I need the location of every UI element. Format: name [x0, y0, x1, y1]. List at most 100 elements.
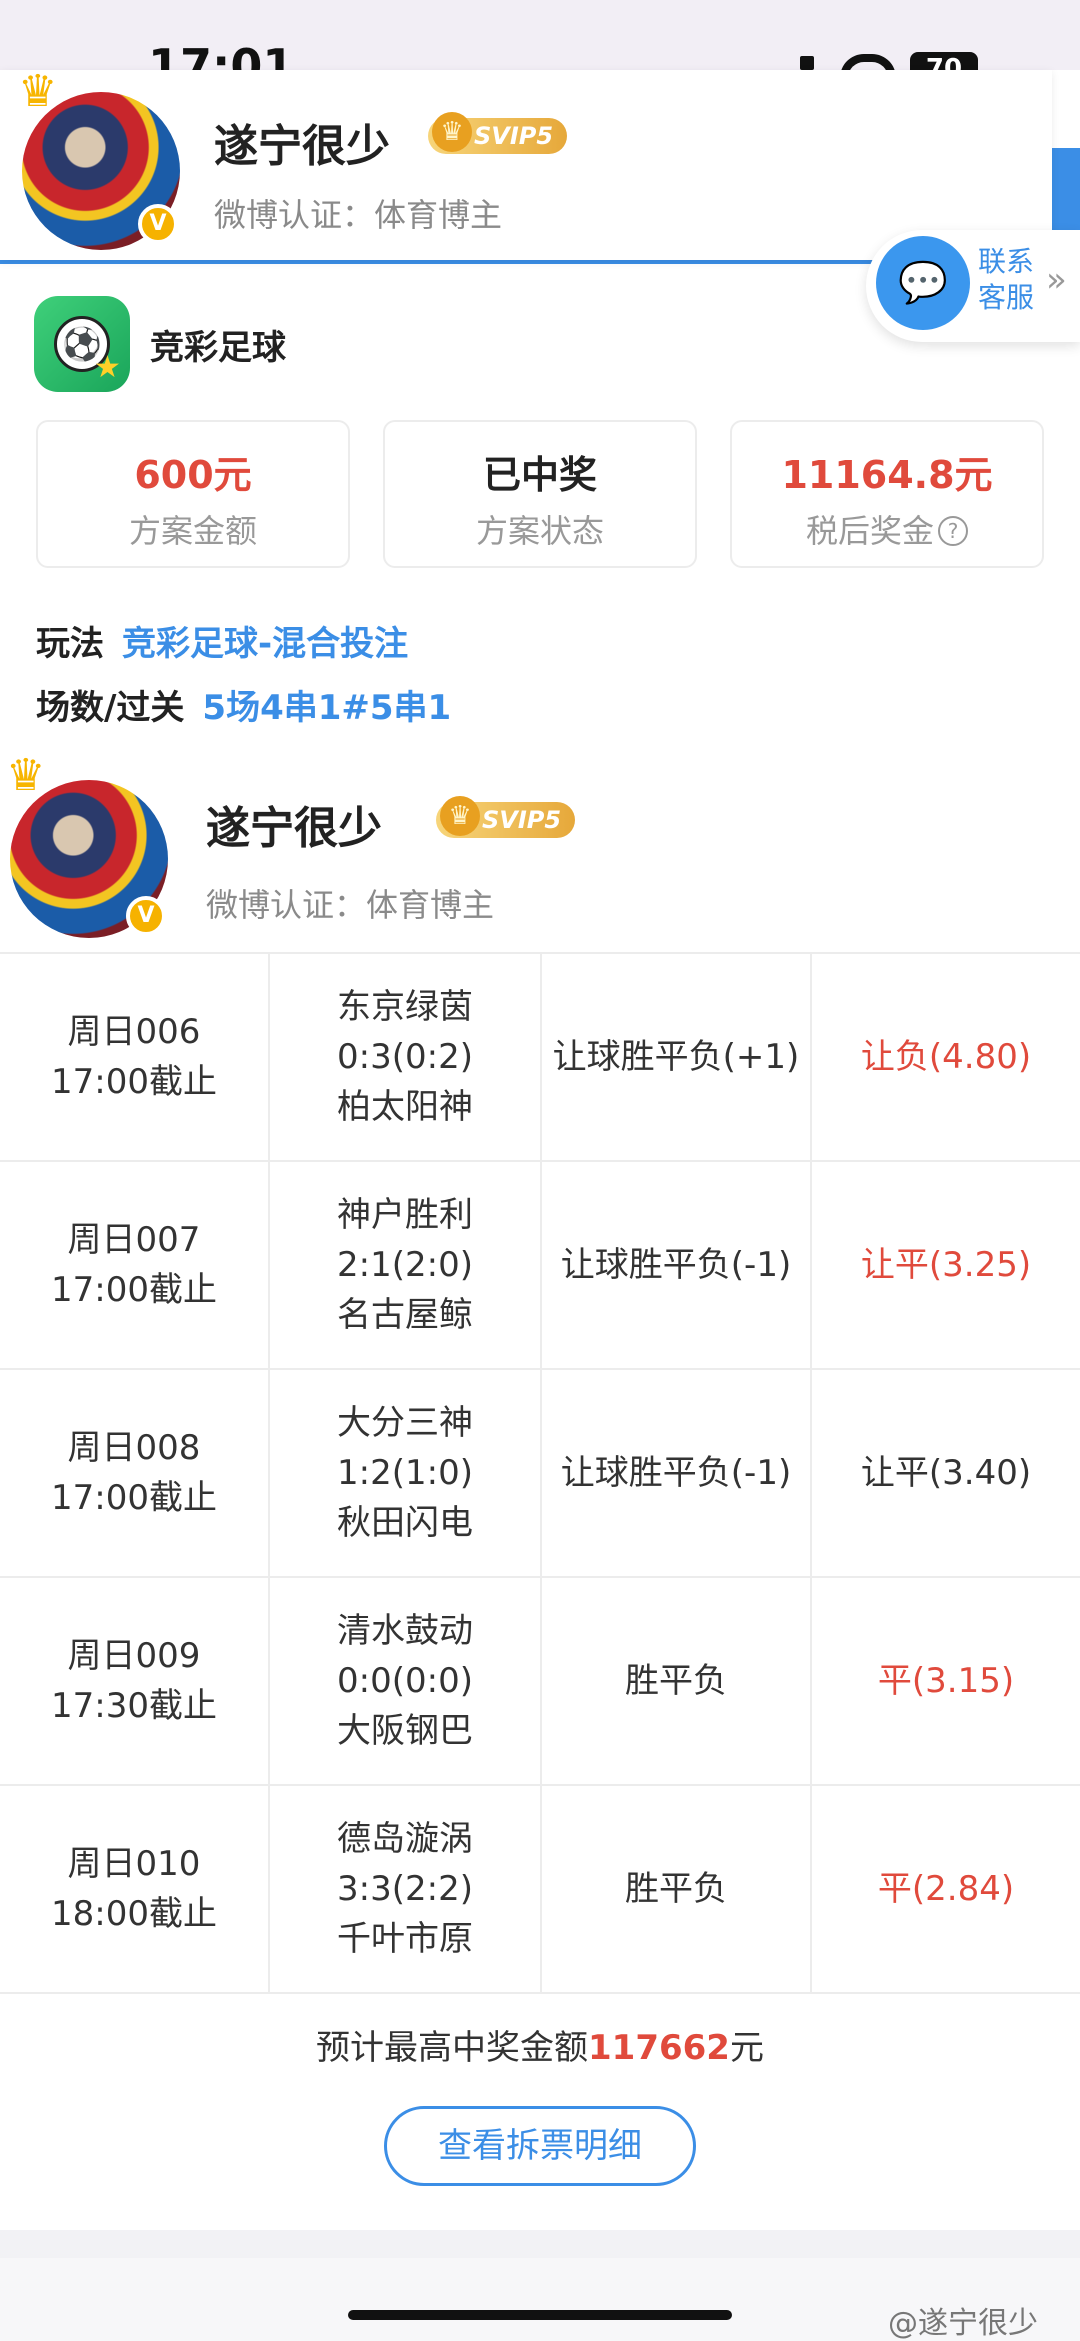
star-icon: ★: [94, 350, 121, 385]
match-code-cell: 周日010 18:00截止: [0, 1786, 270, 1992]
username: 遂宁很少: [214, 121, 390, 172]
stat-card-amount: 600元 方案金额: [36, 420, 350, 568]
selection-cell: 让平(3.40): [860, 1453, 1032, 1493]
match-deadline: 17:00截止: [51, 1478, 217, 1518]
match-score: 3:3(2:2): [337, 1869, 473, 1909]
stat-label: 方案状态: [475, 512, 604, 550]
lottery-name: 竞彩足球: [150, 328, 286, 368]
match-code: 周日008: [67, 1428, 201, 1468]
chat-icon: 💬: [876, 236, 970, 330]
crown-icon: ♛: [6, 750, 46, 801]
match-score: 1:2(1:0): [337, 1453, 473, 1493]
max-prize-amount: 117662: [588, 2028, 730, 2068]
username: 遂宁很少: [206, 803, 382, 854]
profile-header: ♛ V 遂宁很少 ♛ SVIP5 微博认证：体育博主: [0, 66, 1052, 260]
match-teams-cell: 神户胜利 2:1(2:0) 名古屋鲸: [270, 1162, 542, 1368]
match-score: 0:0(0:0): [337, 1661, 473, 1701]
status-time: 17:01: [148, 46, 294, 70]
matches-table: 周日006 17:00截止 东京绿茵 0:3(0:2) 柏太阳神 让球胜平负(+1) …: [0, 952, 1080, 1994]
stat-value: 已中奖: [482, 453, 597, 497]
table-row: 周日008 17:00截止 大分三神 1:2(1:0) 秋田闪电 让球胜平负(-1) …: [0, 1370, 1080, 1578]
football-lottery-icon: ⚽ ★: [34, 296, 130, 392]
home-indicator[interactable]: [348, 2310, 732, 2320]
match-code: 周日006: [67, 1012, 201, 1052]
stat-value: 600元: [134, 453, 252, 497]
match-code: 周日009: [67, 1636, 201, 1676]
status-bar: 17:01 70: [0, 0, 1080, 78]
match-teams-cell: 德岛漩涡 3:3(2:2) 千叶市原: [270, 1786, 542, 1992]
stat-card-prize: 11164.8元 税后奖金?: [730, 420, 1044, 568]
help-icon[interactable]: ?: [938, 516, 968, 546]
max-prize-text: 预计最高中奖金额117662元: [0, 2020, 1080, 2069]
chevron-right-icon: »: [1046, 260, 1067, 300]
market-cell: 让球胜平负(-1): [542, 1370, 812, 1576]
stat-card-status: 已中奖 方案状态: [383, 420, 697, 568]
match-code-cell: 周日009 17:30截止: [0, 1578, 270, 1784]
selection-cell: 平(3.15): [877, 1661, 1015, 1701]
verified-icon: V: [138, 204, 178, 244]
play-label: 玩法: [36, 624, 104, 664]
match-deadline: 17:00截止: [51, 1270, 217, 1310]
match-score: 0:3(0:2): [337, 1037, 473, 1077]
home-team: 东京绿茵: [337, 987, 473, 1027]
pass-label: 场数/过关: [36, 688, 185, 728]
stat-label: 方案金额: [128, 512, 257, 550]
customer-service-label: 联系客服: [978, 245, 1035, 314]
stat-label: 税后奖金?: [732, 506, 1042, 552]
crown-icon: ♛: [440, 796, 480, 836]
match-teams-cell: 清水鼓动 0:0(0:0) 大阪钢巴: [270, 1578, 542, 1784]
match-teams-cell: 大分三神 1:2(1:0) 秋田闪电: [270, 1370, 542, 1576]
away-team: 千叶市原: [337, 1919, 473, 1959]
main-content: ♛ V 遂宁很少 ♛ SVIP5 微博认证：体育博主 💬 联系客服 » ⚽ ★ …: [0, 66, 1080, 2230]
max-prize-suffix: 元: [729, 2028, 764, 2068]
home-team: 神户胜利: [337, 1195, 473, 1235]
match-deadline: 17:30截止: [51, 1686, 217, 1726]
home-team: 大分三神: [337, 1403, 473, 1443]
crown-icon: ♛: [432, 112, 472, 152]
stat-value: 11164.8元: [781, 453, 993, 497]
crown-icon: ♛: [18, 66, 58, 117]
match-code-cell: 周日006 17:00截止: [0, 954, 270, 1160]
svip-badge: ♛ SVIP5: [428, 112, 568, 154]
verify-text: 微博认证：体育博主: [206, 886, 495, 924]
verified-icon: V: [126, 896, 166, 936]
match-teams-cell: 东京绿茵 0:3(0:2) 柏太阳神: [270, 954, 542, 1160]
selection-cell: 让平(3.25): [860, 1245, 1032, 1285]
away-team: 名古屋鲸: [337, 1295, 473, 1335]
view-ticket-detail-button[interactable]: 查看拆票明细: [384, 2106, 696, 2186]
home-team: 德岛漩涡: [337, 1819, 473, 1859]
match-score: 2:1(2:0): [337, 1245, 473, 1285]
table-row: 周日006 17:00截止 东京绿茵 0:3(0:2) 柏太阳神 让球胜平负(+1) …: [0, 954, 1080, 1162]
home-team: 清水鼓动: [337, 1611, 473, 1651]
table-row: 周日007 17:00截止 神户胜利 2:1(2:0) 名古屋鲸 让球胜平负(-1) …: [0, 1162, 1080, 1370]
max-prize-prefix: 预计最高中奖金额: [316, 2028, 589, 2068]
away-team: 柏太阳神: [337, 1087, 473, 1127]
play-value: 竞彩足球-混合投注: [122, 624, 409, 664]
market-cell: 让球胜平负(+1): [542, 954, 812, 1160]
play-row: 玩法 竞彩足球-混合投注: [36, 616, 408, 665]
verify-text: 微博认证：体育博主: [214, 196, 503, 234]
customer-service-button[interactable]: 💬 联系客服 »: [866, 230, 1080, 342]
selection-cell: 让负(4.80): [860, 1037, 1032, 1077]
away-team: 秋田闪电: [337, 1503, 473, 1543]
signal-icon: [800, 56, 814, 70]
pass-row: 场数/过关 5场4串1#5串1: [36, 680, 451, 729]
match-code: 周日010: [67, 1844, 201, 1884]
match-code-cell: 周日008 17:00截止: [0, 1370, 270, 1576]
svip-badge: ♛ SVIP5: [436, 796, 576, 838]
match-deadline: 17:00截止: [51, 1062, 217, 1102]
market-cell: 胜平负: [542, 1786, 812, 1992]
match-code: 周日007: [67, 1220, 201, 1260]
table-row: 周日009 17:30截止 清水鼓动 0:0(0:0) 大阪钢巴 胜平负 平(3.15…: [0, 1578, 1080, 1786]
market-cell: 胜平负: [542, 1578, 812, 1784]
svip-label: SVIP5: [482, 806, 562, 834]
svip-label: SVIP5: [474, 122, 554, 150]
market-cell: 让球胜平负(-1): [542, 1162, 812, 1368]
match-deadline: 18:00截止: [51, 1894, 217, 1934]
match-code-cell: 周日007 17:00截止: [0, 1162, 270, 1368]
away-team: 大阪钢巴: [337, 1711, 473, 1751]
pass-value: 5场4串1#5串1: [202, 688, 452, 728]
selection-cell: 平(2.84): [877, 1869, 1015, 1909]
table-row: 周日010 18:00截止 德岛漩涡 3:3(2:2) 千叶市原 胜平负 平(2.84…: [0, 1786, 1080, 1994]
watermark: @遂宁很少: [888, 2306, 1038, 2341]
